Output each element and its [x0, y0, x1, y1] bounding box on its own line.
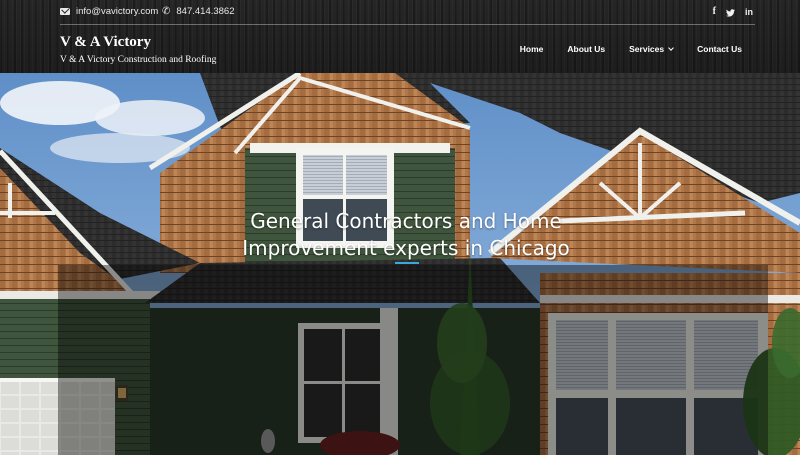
envelope-icon — [60, 8, 70, 15]
nav-contact-us-label: Contact Us — [697, 44, 742, 54]
hero-headline-line-1: General Contractors and Home — [250, 209, 562, 233]
top-contact-bar: info@vavictory.com ✆ 847.414.3862 f in — [60, 0, 755, 25]
email-text[interactable]: info@vavictory.com — [76, 6, 158, 17]
twitter-icon[interactable] — [726, 6, 735, 18]
email-contact[interactable]: info@vavictory.com — [60, 6, 158, 17]
site-header: info@vavictory.com ✆ 847.414.3862 f in V… — [0, 0, 800, 73]
chevron-down-icon — [668, 45, 674, 51]
linkedin-icon[interactable]: in — [745, 6, 753, 18]
main-navigation: Home About Us Services Contact Us — [496, 44, 742, 54]
hero-headline-line-2: Improvement experts in Chicago — [242, 236, 570, 260]
social-links: f in — [713, 6, 753, 18]
phone-icon: ✆ — [162, 5, 171, 17]
hero-banner — [0, 73, 800, 455]
hero-text-overlay — [58, 265, 768, 455]
nav-services-label: Services — [629, 44, 665, 54]
facebook-icon[interactable]: f — [713, 6, 716, 18]
nav-about-us-label: About Us — [567, 44, 606, 54]
nav-about-us[interactable]: About Us — [567, 44, 605, 54]
nav-home-label: Home — [519, 44, 544, 54]
phone-contact[interactable]: ✆ 847.414.3862 — [162, 6, 235, 17]
nav-contact-us[interactable]: Contact Us — [697, 44, 742, 54]
hero-headline: General Contractors and Home Improvement… — [0, 208, 800, 262]
phone-text[interactable]: 847.414.3862 — [176, 6, 234, 17]
brand-logo[interactable]: V & A Victory V & A Victory Construction… — [60, 34, 216, 67]
nav-home[interactable]: Home — [520, 44, 544, 54]
brand-title[interactable]: V & A Victory — [60, 34, 216, 51]
nav-services[interactable]: Services — [629, 44, 674, 54]
headline-divider — [395, 262, 419, 264]
brand-subtitle: V & A Victory Construction and Roofing — [60, 55, 217, 65]
